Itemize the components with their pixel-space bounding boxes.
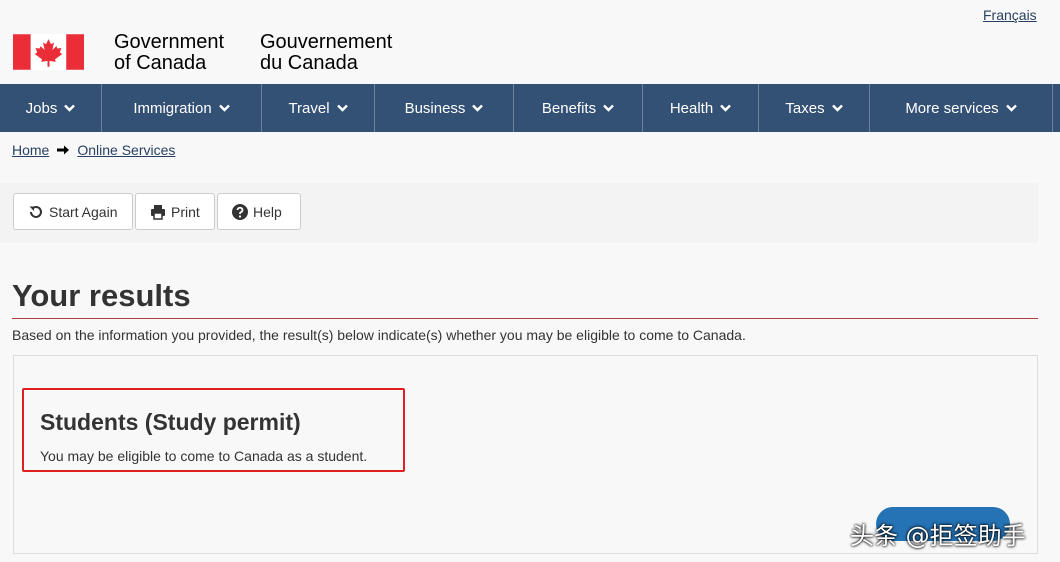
- menu-item-label: Taxes: [785, 99, 825, 117]
- breadcrumb: Home Online Services: [12, 142, 175, 158]
- chevron-down-icon: [720, 104, 732, 112]
- start-again-label: Start Again: [49, 203, 118, 220]
- print-label: Print: [171, 203, 200, 220]
- signature-english: Government of Canada: [114, 32, 224, 74]
- menu-item-health[interactable]: Health: [643, 84, 759, 132]
- menu-item-label: Health: [669, 99, 714, 117]
- menu-item-taxes[interactable]: Taxes: [759, 84, 870, 132]
- watermark-text: 头条 @拒签助手: [850, 522, 1026, 550]
- chevron-down-icon: [336, 104, 348, 112]
- signature-fr-line1: Gouvernement: [260, 31, 393, 53]
- page-title: Your results: [12, 278, 191, 313]
- menu-item-label: Business: [404, 99, 466, 117]
- breadcrumb-home-link[interactable]: Home: [12, 142, 49, 158]
- signature-fr-line2: du Canada: [260, 52, 358, 74]
- help-button[interactable]: Help: [217, 193, 301, 230]
- title-divider: [12, 318, 1038, 319]
- menu-item-immigration[interactable]: Immigration: [102, 84, 262, 132]
- canada-flag-icon: [13, 34, 84, 70]
- signature-en-line2: of Canada: [114, 52, 207, 74]
- chevron-down-icon: [218, 104, 230, 112]
- refresh-icon: [29, 205, 42, 218]
- language-toggle-link[interactable]: Français: [983, 7, 1037, 23]
- question-circle-icon: [232, 203, 248, 220]
- arrow-right-icon: [57, 145, 70, 155]
- menu-item-label: Immigration: [133, 99, 212, 117]
- chevron-down-icon: [1005, 104, 1017, 112]
- print-icon: [151, 204, 165, 220]
- main-menu: Jobs Immigration Travel Business Benefit…: [0, 84, 1060, 132]
- menu-item-benefits[interactable]: Benefits: [514, 84, 643, 132]
- result-title: Students (Study permit): [40, 409, 301, 435]
- chevron-down-icon: [472, 104, 484, 112]
- chevron-down-icon: [831, 104, 843, 112]
- menu-item-business[interactable]: Business: [375, 84, 514, 132]
- chevron-down-icon: [64, 104, 76, 112]
- chevron-down-icon: [603, 104, 614, 112]
- print-button[interactable]: Print: [135, 193, 215, 230]
- help-label: Help: [253, 203, 282, 220]
- start-again-button[interactable]: Start Again: [13, 193, 133, 230]
- menu-item-jobs[interactable]: Jobs: [0, 84, 102, 132]
- breadcrumb-online-services-link[interactable]: Online Services: [77, 142, 175, 158]
- intro-text: Based on the information you provided, t…: [12, 327, 746, 343]
- menu-item-label: Travel: [288, 99, 330, 117]
- menu-item-travel[interactable]: Travel: [262, 84, 375, 132]
- menu-item-label: More services: [905, 99, 999, 117]
- menu-item-label: Benefits: [541, 99, 597, 117]
- signature-en-line1: Government: [114, 31, 225, 53]
- menu-item-label: Jobs: [25, 99, 58, 117]
- result-text: You may be eligible to come to Canada as…: [40, 448, 368, 464]
- menu-item-more-services[interactable]: More services: [870, 84, 1053, 132]
- signature-french: Gouvernement du Canada: [260, 32, 392, 74]
